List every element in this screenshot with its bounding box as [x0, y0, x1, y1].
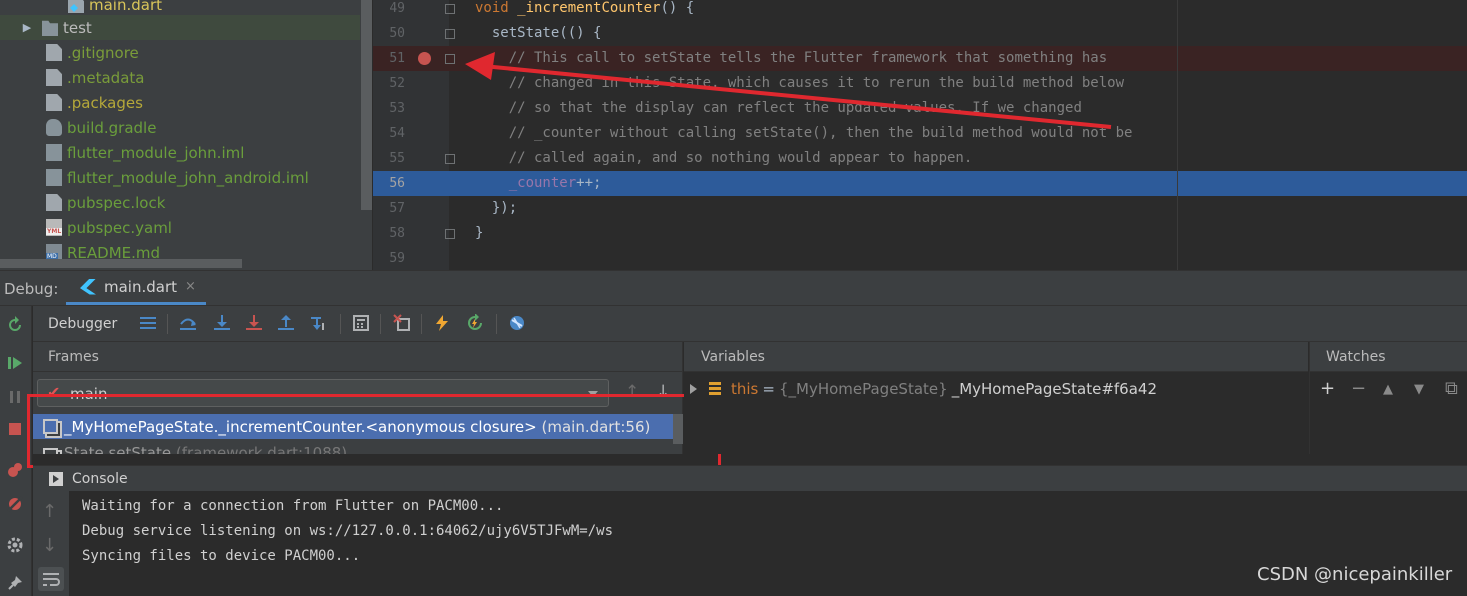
- debugger-toolbar: Debugger: [33, 306, 1467, 342]
- tree-item-module-android-iml[interactable]: flutter_module_john_android.iml: [0, 165, 360, 190]
- pin-icon[interactable]: [6, 574, 24, 592]
- frames-header: Frames: [33, 342, 682, 372]
- file-icon: [46, 94, 62, 111]
- dart-devtools-icon[interactable]: [508, 314, 526, 332]
- tree-item-metadata[interactable]: .metadata: [0, 65, 360, 90]
- close-icon[interactable]: ×: [185, 279, 196, 294]
- folder-icon: [42, 20, 58, 36]
- console-actions: ↑ ↓: [33, 491, 69, 596]
- console-label: Console: [72, 471, 128, 487]
- add-watch-icon[interactable]: +: [1320, 378, 1335, 399]
- tree-item-test[interactable]: ▶ test: [0, 15, 360, 40]
- console-line: Waiting for a connection from Flutter on…: [82, 498, 504, 514]
- tree-item-label: flutter_module_john_android.iml: [67, 168, 309, 187]
- move-up-icon[interactable]: ▲: [1383, 382, 1393, 397]
- file-icon: [46, 69, 62, 86]
- move-down-icon[interactable]: ▼: [1414, 382, 1424, 397]
- dart-file-icon: [68, 0, 84, 13]
- console-header[interactable]: Console: [33, 465, 1467, 491]
- mute-breakpoints-icon[interactable]: [6, 495, 24, 513]
- variables-panel: Variables this = {_MyHomePageState} _MyH…: [684, 342, 1308, 454]
- variable-row[interactable]: this = {_MyHomePageState} _MyHomePageSta…: [690, 380, 1157, 398]
- variable-equals: =: [762, 380, 775, 398]
- file-icon: [46, 194, 62, 211]
- tree-item-gitignore[interactable]: .gitignore: [0, 40, 360, 65]
- soft-wrap-icon[interactable]: [38, 567, 64, 591]
- project-tree: main.dart ▶ test .gitignore .metadata .p…: [0, 0, 372, 270]
- console-line: Debug service listening on ws://127.0.0.…: [82, 523, 614, 539]
- annotation-arrow-shaft: [482, 64, 1112, 129]
- expand-arrow-icon[interactable]: [690, 384, 697, 394]
- module-icon: [46, 144, 62, 161]
- hot-restart-icon[interactable]: [466, 314, 484, 332]
- yaml-icon: [46, 219, 63, 236]
- step-out-icon[interactable]: [277, 314, 295, 332]
- pause-icon[interactable]: [6, 388, 24, 406]
- tab-label: main.dart: [104, 277, 178, 296]
- watermark: CSDN @nicepainkiller: [1257, 564, 1453, 585]
- hot-reload-icon[interactable]: [433, 314, 451, 332]
- field-icon: [709, 382, 721, 396]
- tree-item-label: main.dart: [89, 0, 163, 14]
- toolbar-separator: [421, 314, 422, 334]
- tree-item-label: pubspec.lock: [67, 193, 166, 212]
- variable-type: {_MyHomePageState}: [778, 380, 948, 398]
- step-over-icon[interactable]: [179, 314, 197, 332]
- rerun-icon[interactable]: [6, 316, 24, 334]
- stop-icon[interactable]: [6, 420, 24, 438]
- tab-debugger[interactable]: Debugger: [48, 316, 117, 332]
- toolbar-separator: [496, 314, 497, 334]
- tree-item-label: flutter_module_john.iml: [67, 143, 245, 162]
- variables-header: Variables: [684, 342, 1308, 372]
- view-breakpoints-icon[interactable]: [6, 461, 24, 479]
- file-icon: [46, 44, 62, 61]
- tree-item-label: .gitignore: [67, 43, 139, 62]
- tree-item-label: test: [63, 18, 92, 37]
- code-editor[interactable]: 49 void _incrementCounter() {50 setState(…: [373, 0, 1467, 270]
- arrow-up-icon[interactable]: ↑: [42, 501, 57, 522]
- gradle-icon: [46, 119, 62, 136]
- console-icon: [49, 472, 63, 486]
- chevron-right-icon[interactable]: ▶: [20, 21, 34, 34]
- tree-item-label: .packages: [67, 93, 143, 112]
- tree-item-label: pubspec.yaml: [67, 218, 172, 237]
- force-step-into-icon[interactable]: [245, 314, 263, 332]
- console-line: Syncing files to device PACM00...: [82, 548, 361, 564]
- horizontal-scrollbar[interactable]: [0, 259, 242, 268]
- variable-value: _MyHomePageState#f6a42: [951, 380, 1157, 398]
- vertical-scrollbar[interactable]: [361, 0, 372, 210]
- copy-icon[interactable]: ⧉: [1445, 378, 1458, 399]
- annotation-highlight-box: [27, 394, 721, 468]
- toolbar-separator: [340, 314, 341, 334]
- drop-frame-icon[interactable]: [393, 314, 411, 332]
- tree-item-packages[interactable]: .packages: [0, 90, 360, 115]
- tree-item-label: .metadata: [67, 68, 145, 87]
- tree-item-build-gradle[interactable]: build.gradle: [0, 115, 360, 140]
- tab-main-dart[interactable]: main.dart ×: [66, 271, 206, 305]
- annotation-arrow-head: [465, 52, 495, 80]
- tree-item-pubspec-yaml[interactable]: pubspec.yaml: [0, 215, 360, 240]
- threads-menu-icon[interactable]: [139, 314, 157, 332]
- debug-tool-window-header: Debug: main.dart ×: [0, 270, 1467, 306]
- watches-panel: Watches + − ▲ ▼ ⧉: [1309, 342, 1467, 454]
- tree-item-label: build.gradle: [67, 118, 157, 137]
- step-into-icon[interactable]: [213, 314, 231, 332]
- toolbar-separator: [380, 314, 381, 334]
- arrow-down-icon[interactable]: ↓: [42, 535, 57, 556]
- module-icon: [46, 169, 62, 186]
- evaluate-expression-icon[interactable]: [352, 314, 370, 332]
- debug-label: Debug:: [4, 280, 59, 298]
- resume-icon[interactable]: [6, 354, 24, 372]
- remove-watch-icon[interactable]: −: [1351, 378, 1366, 399]
- gear-icon[interactable]: [6, 536, 24, 554]
- annotation-arrow: [465, 52, 1112, 129]
- variable-name: this: [731, 380, 759, 398]
- toolbar-separator: [167, 314, 168, 334]
- tree-item-module-iml[interactable]: flutter_module_john.iml: [0, 140, 360, 165]
- flutter-icon: [80, 278, 96, 295]
- tree-item-pubspec-lock[interactable]: pubspec.lock: [0, 190, 360, 215]
- run-to-cursor-icon[interactable]: [310, 314, 328, 332]
- watches-header: Watches: [1310, 342, 1467, 372]
